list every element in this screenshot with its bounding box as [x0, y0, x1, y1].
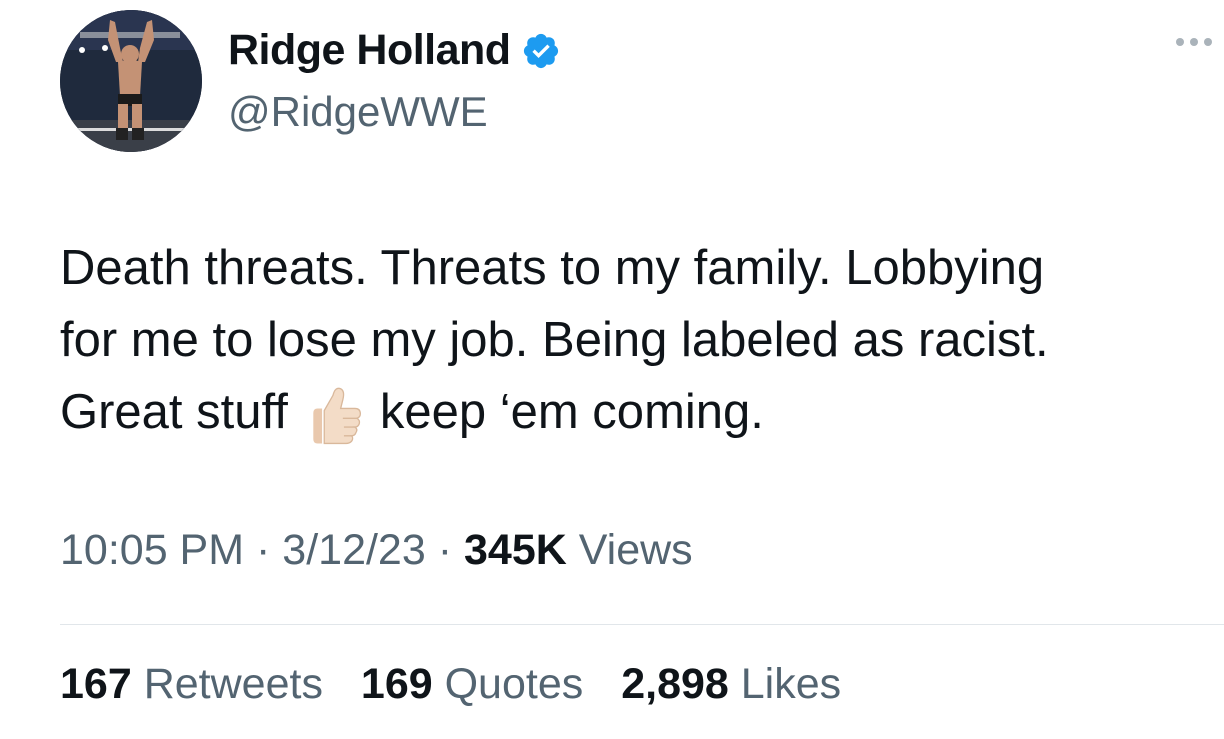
more-dot: [1176, 38, 1184, 46]
likes-label: Likes: [740, 660, 842, 708]
quotes-label: Quotes: [444, 660, 584, 708]
meta-separator: ·: [437, 526, 453, 574]
retweets-count: 167: [60, 660, 132, 708]
meta-separator: ·: [256, 526, 271, 574]
more-dot: [1204, 38, 1212, 46]
tweet-time[interactable]: 10:05 PM: [60, 526, 244, 574]
views-count: 345K: [464, 526, 567, 574]
wrestler-avatar-icon: [60, 10, 202, 152]
retweets-label: Retweets: [143, 660, 323, 708]
engagement-stats: 167 Retweets 169 Quotes 2,898 Likes: [60, 660, 867, 709]
retweets-stat[interactable]: 167 Retweets: [60, 660, 335, 708]
more-dot: [1190, 38, 1198, 46]
verified-badge-icon[interactable]: [521, 31, 561, 71]
likes-stat[interactable]: 2,898 Likes: [621, 660, 841, 708]
author-handle[interactable]: @RidgeWWE: [228, 88, 488, 136]
avatar[interactable]: [60, 10, 202, 152]
tweet-date[interactable]: 3/12/23: [282, 526, 425, 574]
views-label: Views: [578, 526, 693, 574]
thumbs-up-emoji-icon: [313, 387, 361, 445]
likes-count: 2,898: [621, 660, 729, 708]
quotes-count: 169: [360, 660, 433, 708]
tweet-meta: 10:05 PM · 3/12/23 · 345K Views: [60, 526, 693, 575]
divider: [60, 624, 1224, 625]
more-options-icon[interactable]: [1176, 38, 1212, 46]
tweet-text-part2: keep ‘em coming.: [379, 385, 764, 439]
author-display-name[interactable]: Ridge Holland: [228, 26, 511, 75]
tweet-text: Death threats. Threats to my family. Lob…: [60, 232, 1200, 450]
author-name-row: Ridge Holland: [228, 26, 561, 75]
quotes-stat[interactable]: 169 Quotes: [361, 660, 595, 708]
